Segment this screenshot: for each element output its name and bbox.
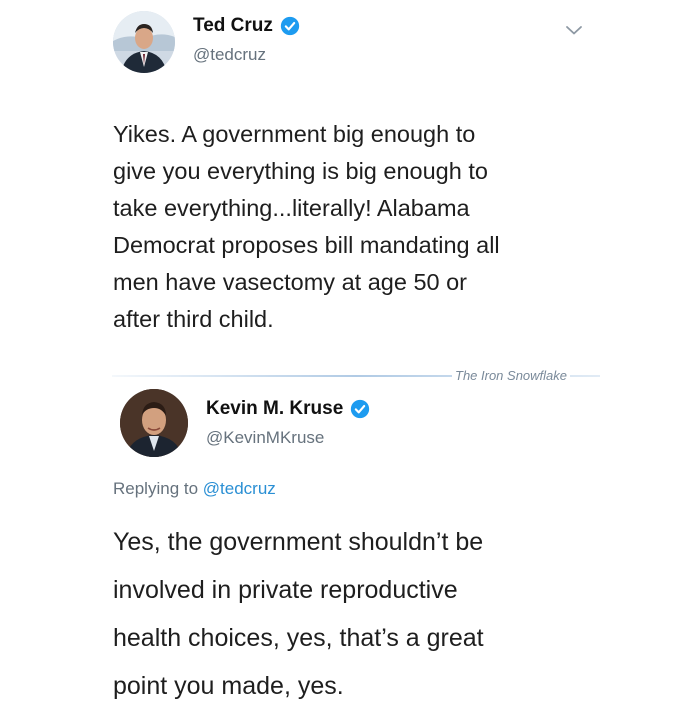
avatar[interactable] bbox=[120, 389, 188, 457]
tweet-text-line: health choices, yes, that’s a great bbox=[113, 624, 484, 652]
verified-badge-icon bbox=[280, 16, 300, 36]
replying-to: Replying to @tedcruz bbox=[113, 479, 276, 499]
tweet-text-line: men have vasectomy at age 50 or bbox=[113, 269, 468, 295]
tweet-text-line: point you made, yes. bbox=[113, 672, 344, 700]
tweet-text-line: Yikes. A government big enough to bbox=[113, 121, 476, 147]
user-handle[interactable]: @tedcruz bbox=[193, 45, 266, 65]
display-name-text[interactable]: Ted Cruz bbox=[193, 15, 273, 37]
tweet-text: Yikes. A government big enough to give y… bbox=[113, 116, 500, 338]
display-name[interactable]: Kevin M. Kruse bbox=[206, 398, 370, 420]
tweet-text-line: take everything...literally! Alabama bbox=[113, 195, 470, 221]
tweet-text: Yes, the government shouldn’t be involve… bbox=[113, 518, 484, 710]
display-name[interactable]: Ted Cruz bbox=[193, 15, 300, 37]
display-name-text[interactable]: Kevin M. Kruse bbox=[206, 398, 343, 420]
tweet-text-line: Democrat proposes bill mandating all bbox=[113, 232, 500, 258]
tweet-text-line: involved in private reproductive bbox=[113, 576, 458, 604]
tweet-text-line: after third child. bbox=[113, 306, 274, 332]
user-handle[interactable]: @KevinMKruse bbox=[206, 428, 324, 448]
watermark: The Iron Snowflake bbox=[452, 368, 571, 383]
tweet-text-line: give you everything is big enough to bbox=[113, 158, 488, 184]
chevron-down-icon[interactable] bbox=[565, 24, 583, 36]
verified-badge-icon bbox=[351, 399, 370, 419]
mention-link[interactable]: @tedcruz bbox=[203, 479, 276, 498]
tweet-text-line: Yes, the government shouldn’t be bbox=[113, 528, 484, 556]
avatar[interactable] bbox=[113, 11, 175, 73]
replying-to-label: Replying to bbox=[113, 479, 199, 498]
